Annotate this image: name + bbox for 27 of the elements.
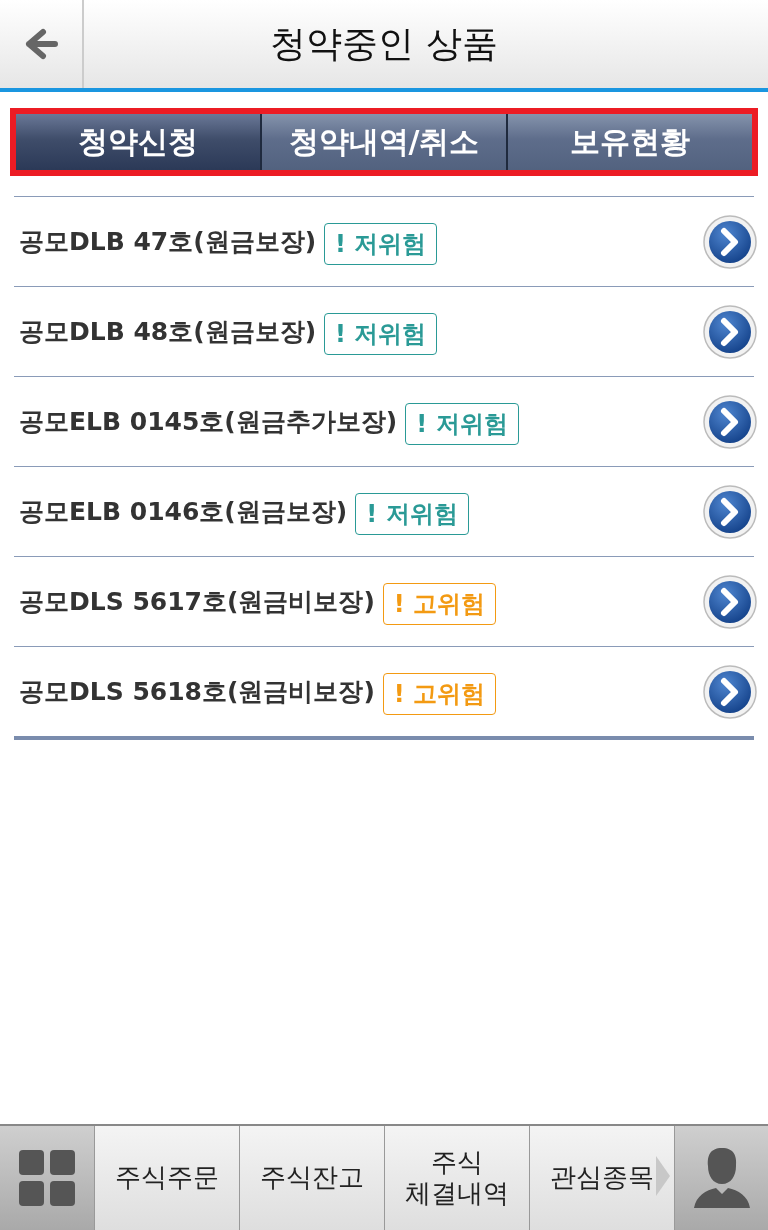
chevron-right-button[interactable] — [702, 483, 758, 540]
grid-icon — [17, 1148, 77, 1208]
chevron-right-button[interactable] — [702, 663, 758, 720]
risk-badge: ! 고위험 — [382, 582, 497, 625]
chevron-right-button[interactable] — [702, 213, 758, 270]
chevron-right-button[interactable] — [702, 393, 758, 450]
product-name[interactable]: 공모DLB 47호(원금보장) — [19, 225, 317, 258]
product-name[interactable]: 공모ELB 0146호(원금보장) — [19, 495, 348, 528]
user-button[interactable] — [674, 1126, 768, 1230]
chevron-right-icon — [656, 1156, 670, 1196]
risk-badge: ! 저위험 — [324, 222, 438, 265]
menu-button[interactable] — [0, 1126, 94, 1230]
product-name[interactable]: 공모DLS 5617호(원금비보장) — [19, 585, 375, 618]
chevron-right-button[interactable] — [702, 303, 758, 360]
person-icon — [691, 1146, 752, 1210]
risk-badge: ! 저위험 — [355, 492, 469, 535]
tab[interactable]: 보유현황 — [508, 114, 752, 170]
page-title: 청약중인 상품 — [269, 21, 499, 66]
product-name[interactable]: 공모DLB 48호(원금보장) — [19, 315, 317, 348]
risk-badge: ! 고위험 — [382, 672, 497, 715]
risk-badge: ! 저위험 — [405, 402, 519, 445]
tab[interactable]: 청약내역/취소 — [262, 114, 508, 170]
product-name[interactable]: 공모ELB 0145호(원금추가보장) — [19, 405, 398, 438]
tab[interactable]: 청약신청 — [16, 114, 262, 170]
chevron-right-button[interactable] — [702, 573, 758, 630]
product-name[interactable]: 공모DLS 5618호(원금비보장) — [19, 675, 375, 708]
risk-badge: ! 저위험 — [324, 312, 438, 355]
